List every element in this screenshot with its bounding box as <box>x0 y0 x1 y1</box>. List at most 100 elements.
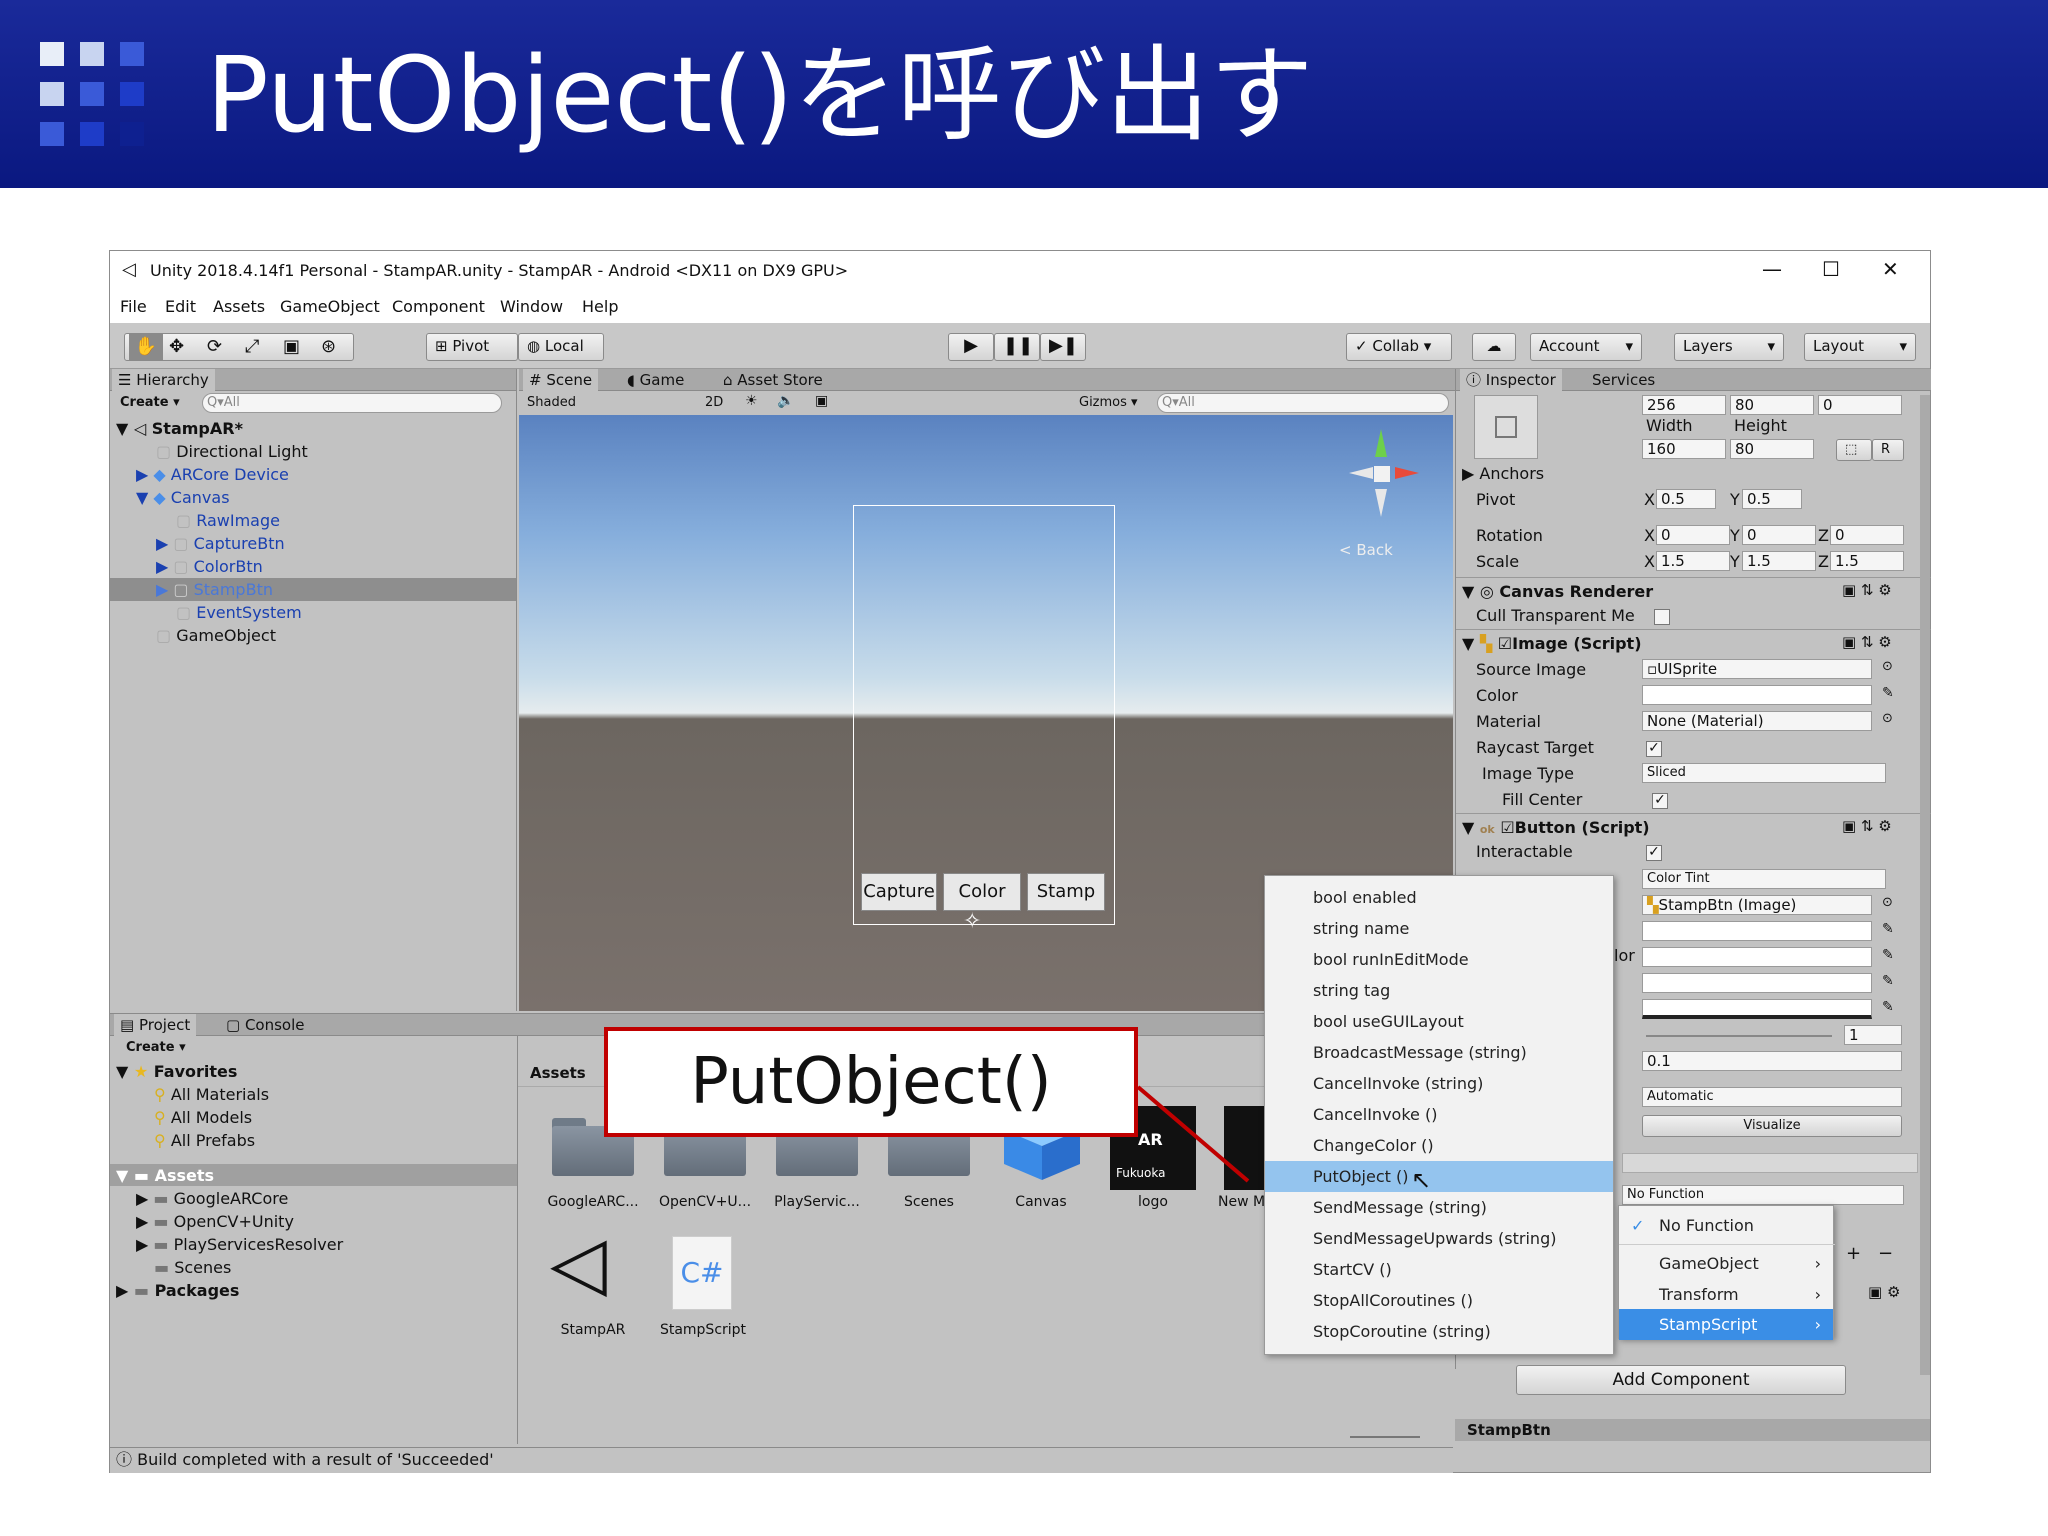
step-button[interactable]: ▶❚ <box>1040 333 1086 361</box>
raw-edit-button[interactable]: R <box>1872 439 1904 461</box>
effects-toggle-icon[interactable]: ▣ <box>815 393 828 409</box>
menu-item[interactable]: ChangeColor () <box>1265 1130 1613 1161</box>
tab-console[interactable]: ▢ Console <box>220 1014 311 1036</box>
scene-root[interactable]: ▼ ◁ StampAR* <box>116 417 243 440</box>
menu-assets[interactable]: Assets <box>213 297 265 316</box>
favorite-item[interactable]: ⚲ All Materials <box>154 1083 269 1106</box>
hierarchy-item[interactable]: ▼ ◆ Canvas <box>136 486 230 509</box>
object-picker-icon[interactable]: ⊙ <box>1882 659 1893 674</box>
rotation-y-field[interactable]: 0 <box>1742 525 1816 545</box>
asset-folder[interactable]: ▬ Scenes <box>154 1256 231 1279</box>
menu-edit[interactable]: Edit <box>165 297 196 316</box>
component-help-icons[interactable]: ▣ ⚙ <box>1868 1283 1900 1301</box>
collab-button[interactable]: ✓ Collab ▾ <box>1346 333 1452 361</box>
rotation-x-field[interactable]: 0 <box>1656 525 1730 545</box>
navigation-dropdown[interactable]: Automatic <box>1642 1087 1902 1107</box>
tab-hierarchy[interactable]: ☰ Hierarchy <box>112 369 215 391</box>
hierarchy-item-selected[interactable]: ▶ ▢ StampBtn <box>156 578 273 601</box>
canvas-renderer-header[interactable]: ▼ ◎ Canvas Renderer <box>1462 581 1653 603</box>
pos-x-field[interactable]: 256 <box>1642 395 1726 415</box>
image-script-header[interactable]: ▼ ▚ ☑Image (Script) <box>1462 633 1642 655</box>
scale-z-field[interactable]: 1.5 <box>1830 551 1904 571</box>
favorites-root[interactable]: ▼ ★ Favorites <box>116 1060 237 1083</box>
highlighted-color-field[interactable] <box>1642 947 1872 967</box>
fill-center-checkbox[interactable]: ✓ <box>1652 793 1668 809</box>
local-toggle[interactable]: ◍ Local <box>518 333 604 361</box>
favorite-item[interactable]: ⚲ All Models <box>154 1106 252 1129</box>
anchor-preset-button[interactable] <box>1474 395 1538 459</box>
mode-2d-toggle[interactable]: 2D <box>705 395 723 410</box>
tab-inspector[interactable]: ⓘ Inspector <box>1460 369 1562 391</box>
tab-asset-store[interactable]: ⌂ Asset Store <box>717 369 829 391</box>
tab-scene[interactable]: # Scene <box>523 369 599 391</box>
target-graphic-field[interactable]: ▚StampBtn (Image) <box>1642 895 1872 915</box>
menu-item[interactable]: StopCoroutine (string) <box>1265 1316 1613 1347</box>
menu-gameobject[interactable]: GameObject <box>280 297 380 316</box>
component-help-icons[interactable]: ▣ ⇅ ⚙ <box>1842 817 1892 835</box>
shading-mode-dropdown[interactable]: Shaded <box>527 395 576 410</box>
disabled-color-field[interactable] <box>1642 999 1872 1019</box>
hierarchy-item[interactable]: ▢ GameObject <box>156 624 276 647</box>
capture-scene-button[interactable]: Capture <box>861 873 937 911</box>
close-button[interactable]: ✕ <box>1882 257 1899 281</box>
menu-item[interactable]: string tag <box>1265 975 1613 1006</box>
menu-item[interactable]: bool useGUILayout <box>1265 1006 1613 1037</box>
button-script-header[interactable]: ▼ ok ☑Button (Script) <box>1462 817 1650 841</box>
csharp-script-icon[interactable]: C# <box>672 1236 732 1310</box>
stamp-scene-button[interactable]: Stamp <box>1027 873 1105 911</box>
favorite-item[interactable]: ⚲ All Prefabs <box>154 1129 255 1152</box>
eyedropper-icon[interactable]: ✎ <box>1882 999 1894 1015</box>
hierarchy-item[interactable]: ▶ ▢ ColorBtn <box>156 555 263 578</box>
pivot-handle-icon[interactable]: ✧ <box>963 909 981 934</box>
layers-dropdown[interactable]: Layers ▾ <box>1674 333 1784 361</box>
eyedropper-icon[interactable]: ✎ <box>1882 973 1894 989</box>
pos-y-field[interactable]: 80 <box>1730 395 1814 415</box>
thumbnail-size-slider[interactable] <box>1350 1436 1420 1438</box>
menu-item[interactable]: CancelInvoke (string) <box>1265 1068 1613 1099</box>
inspector-scrollbar[interactable] <box>1920 395 1930 1375</box>
assets-root[interactable]: ▼ ▬ Assets <box>116 1164 214 1187</box>
no-function-dropdown[interactable]: No Function <box>1622 1185 1904 1205</box>
pivot-y-field[interactable]: 0.5 <box>1742 489 1802 509</box>
hierarchy-item[interactable]: ▢ EventSystem <box>176 601 302 624</box>
menu-item[interactable]: SendMessage (string) <box>1265 1192 1613 1223</box>
scene-search-input[interactable]: Q▾All <box>1157 393 1449 413</box>
menu-item[interactable]: bool enabled <box>1265 882 1613 913</box>
object-picker-icon[interactable]: ⊙ <box>1882 711 1893 726</box>
raycast-target-checkbox[interactable]: ✓ <box>1646 741 1662 757</box>
menu-item[interactable]: BroadcastMessage (string) <box>1265 1037 1613 1068</box>
project-create-button[interactable]: Create ▾ <box>126 1040 186 1055</box>
add-listener-button[interactable]: + <box>1846 1243 1861 1264</box>
menu-item-putobject[interactable]: PutObject () <box>1265 1161 1613 1192</box>
submenu-item-gameobject[interactable]: GameObject › <box>1619 1248 1833 1279</box>
multiplier-field[interactable]: 1 <box>1844 1025 1902 1045</box>
cloud-button[interactable]: ☁ <box>1472 333 1516 361</box>
submenu-item-no-function[interactable]: ✓ No Function <box>1619 1210 1833 1241</box>
pivot-x-field[interactable]: 0.5 <box>1656 489 1716 509</box>
rotate-tool-icon[interactable]: ⟳ <box>207 334 222 360</box>
component-help-icons[interactable]: ▣ ⇅ ⚙ <box>1842 581 1892 599</box>
hierarchy-search-input[interactable]: Q▾All <box>202 393 502 413</box>
object-picker-icon[interactable]: ⊙ <box>1882 895 1893 910</box>
source-image-field[interactable]: ▫UISprite <box>1642 659 1872 679</box>
eyedropper-icon[interactable]: ✎ <box>1882 947 1894 963</box>
visualize-button[interactable]: Visualize <box>1642 1115 1902 1137</box>
scale-x-field[interactable]: 1.5 <box>1656 551 1730 571</box>
fade-duration-field[interactable]: 0.1 <box>1642 1051 1902 1071</box>
eyedropper-icon[interactable]: ✎ <box>1882 921 1894 937</box>
anchors-foldout[interactable]: ▶ Anchors <box>1462 463 1544 485</box>
account-dropdown[interactable]: Account ▾ <box>1530 333 1642 361</box>
pos-z-field[interactable]: 0 <box>1818 395 1902 415</box>
add-component-button[interactable]: Add Component <box>1516 1365 1846 1395</box>
inspector-footer[interactable]: StampBtn <box>1455 1419 1930 1441</box>
menu-item[interactable]: StopAllCoroutines () <box>1265 1285 1613 1316</box>
tab-project[interactable]: ▤ Project <box>114 1014 197 1036</box>
minimize-button[interactable]: — <box>1762 257 1782 281</box>
layout-dropdown[interactable]: Layout ▾ <box>1804 333 1916 361</box>
unity-scene-icon[interactable]: ◁ <box>550 1218 607 1308</box>
audio-toggle-icon[interactable]: 🔈 <box>777 393 794 409</box>
eyedropper-icon[interactable]: ✎ <box>1882 685 1894 701</box>
tab-game[interactable]: ◖ Game <box>621 369 690 391</box>
asset-folder[interactable]: ▶ ▬ OpenCV+Unity <box>136 1210 294 1233</box>
submenu-item-transform[interactable]: Transform › <box>1619 1279 1833 1310</box>
